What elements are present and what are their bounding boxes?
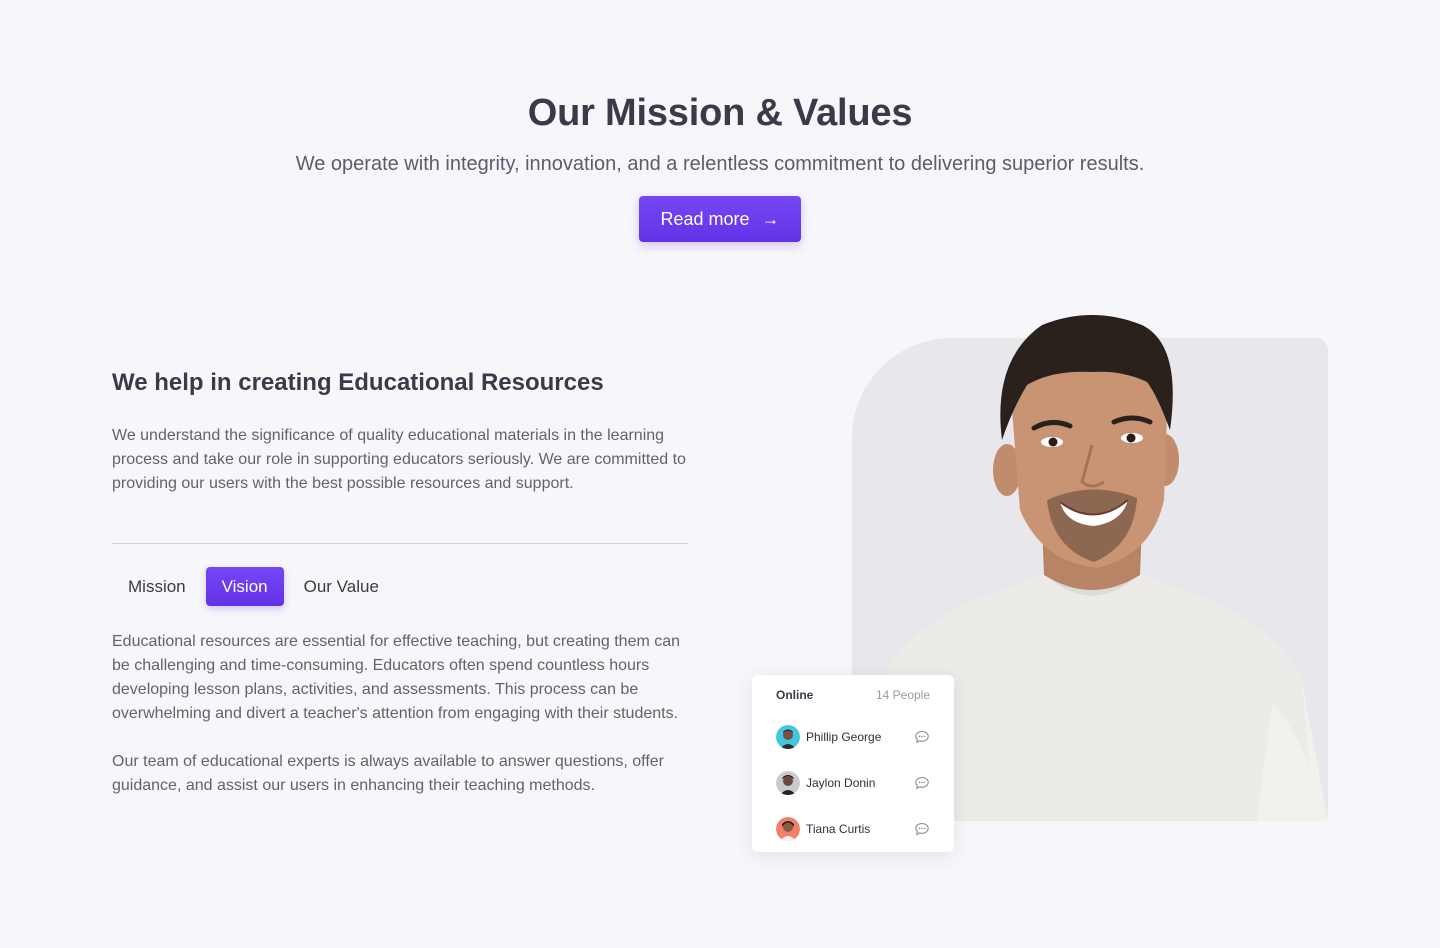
- section-intro: We understand the significance of qualit…: [112, 427, 686, 492]
- online-count: 14 People: [875, 688, 930, 702]
- page-title: Our Mission & Values: [527, 92, 913, 134]
- avatar: [776, 725, 800, 749]
- page: Our Mission & Values We operate with int…: [0, 0, 1440, 948]
- divider: [112, 543, 688, 544]
- arrow-right-icon: →: [761, 209, 780, 229]
- avatar: [776, 771, 800, 795]
- tab-content-paragraph: Our team of educational experts is alway…: [112, 753, 664, 794]
- user-name: Tiana Curtis: [806, 822, 871, 836]
- chat-icon[interactable]: [914, 821, 930, 837]
- read-more-button[interactable]: Read more →: [639, 196, 801, 242]
- list-item[interactable]: Phillip George: [776, 724, 930, 750]
- online-label: Online: [776, 688, 814, 702]
- tab-vision[interactable]: Vision: [205, 567, 284, 606]
- user-name: Jaylon Donin: [806, 776, 876, 790]
- tab-content: Educational resources are essential for …: [112, 630, 702, 798]
- hero-subtitle: We operate with integrity, innovation, a…: [295, 153, 1145, 175]
- section-title: We help in creating Educational Resource…: [112, 369, 604, 396]
- avatar: [776, 817, 800, 841]
- tab-bar: Mission Vision Our Value: [112, 567, 395, 606]
- list-item[interactable]: Jaylon Donin: [776, 770, 930, 796]
- tab-mission[interactable]: Mission: [112, 567, 202, 606]
- list-item[interactable]: Tiana Curtis: [776, 816, 930, 842]
- chat-icon[interactable]: [914, 729, 930, 745]
- user-name: Phillip George: [806, 730, 882, 744]
- online-header: Online 14 People: [776, 688, 930, 702]
- read-more-label: Read more: [660, 208, 750, 229]
- online-users-card: Online 14 People Phillip George Jaylon D…: [752, 675, 954, 852]
- tab-our-value[interactable]: Our Value: [288, 567, 395, 606]
- tab-content-paragraph: Educational resources are essential for …: [112, 633, 681, 722]
- chat-icon[interactable]: [914, 775, 930, 791]
